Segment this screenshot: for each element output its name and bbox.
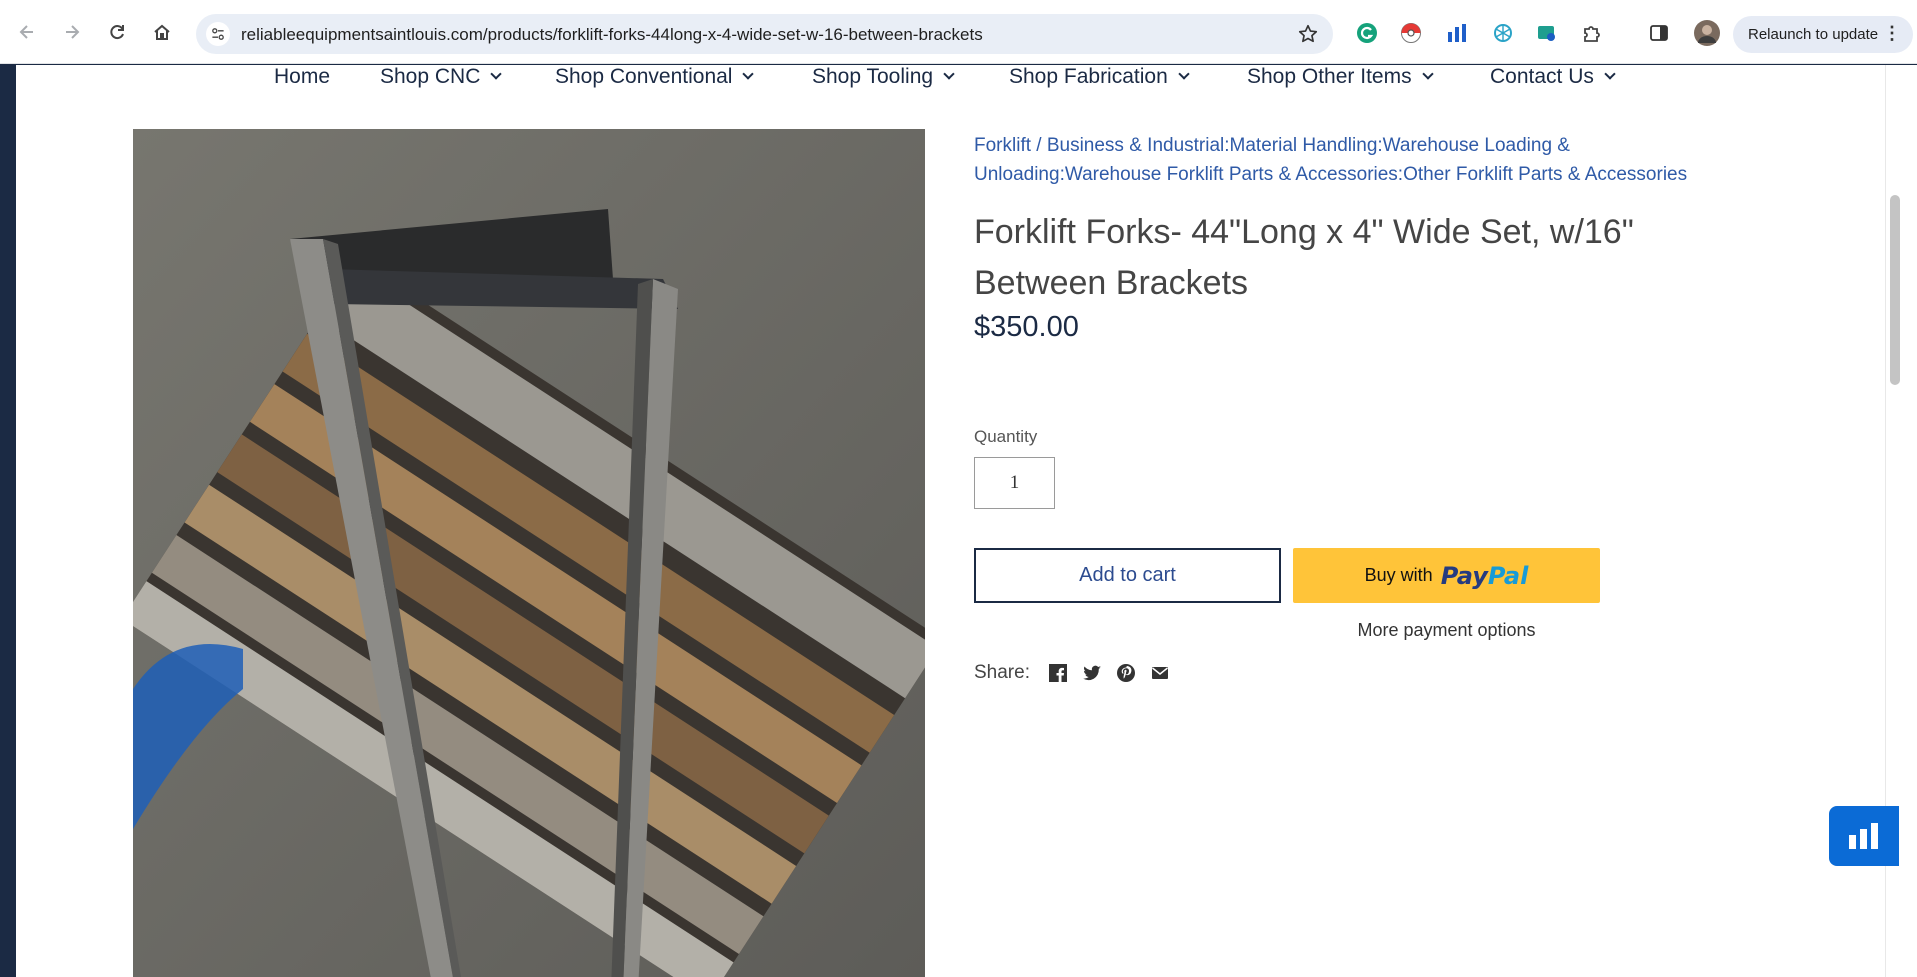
- product-image[interactable]: [133, 129, 925, 977]
- quantity-field[interactable]: [974, 457, 1055, 509]
- chevron-down-icon: [1421, 68, 1434, 80]
- product-title: Forklift Forks- 44"Long x 4" Wide Set, w…: [974, 213, 1634, 302]
- nav-item-shop-conventional[interactable]: Shop Conventional: [555, 65, 755, 89]
- bookmark-star-icon[interactable]: [1297, 23, 1319, 45]
- browser-toolbar: reliableequipmentsaintlouis.com/products…: [0, 0, 1917, 64]
- add-to-cart-button[interactable]: Add to cart: [974, 548, 1281, 603]
- chevron-down-icon: [742, 68, 755, 80]
- extensions-puzzle-icon[interactable]: [1581, 22, 1603, 44]
- nav-item-label: Home: [274, 65, 331, 88]
- paypal-logo-pal: Pal: [1487, 561, 1529, 590]
- chart-bars-icon: [1849, 823, 1878, 849]
- email-icon[interactable]: [1150, 663, 1170, 683]
- openai-extension-icon[interactable]: [1492, 22, 1514, 44]
- back-arrow-icon[interactable]: [12, 17, 42, 47]
- nav-item-label: Shop Tooling: [812, 65, 934, 88]
- main-navigation: Home Shop CNC Shop Conventional Shop Too…: [16, 65, 1885, 89]
- chat-widget-button[interactable]: [1829, 806, 1899, 866]
- breadcrumb[interactable]: Forklift / Business & Industrial:Materia…: [974, 131, 1754, 189]
- nav-item-shop-other-items[interactable]: Shop Other Items: [1247, 65, 1434, 89]
- pokeball-extension-icon[interactable]: [1400, 22, 1422, 44]
- grammarly-extension-icon[interactable]: [1356, 22, 1378, 44]
- paypal-logo: PayPal: [1441, 562, 1529, 590]
- paypal-buy-text: Buy with: [1364, 565, 1433, 585]
- home-icon[interactable]: [147, 17, 177, 47]
- more-payment-options-link[interactable]: More payment options: [1293, 620, 1600, 641]
- relaunch-label: Relaunch to update: [1748, 26, 1879, 43]
- nav-item-home[interactable]: Home: [274, 65, 330, 89]
- product-page: Home Shop CNC Shop Conventional Shop Too…: [16, 65, 1885, 977]
- more-vert-icon[interactable]: ⋮: [1883, 24, 1901, 42]
- chevron-down-icon: [1178, 68, 1190, 80]
- facebook-icon[interactable]: [1048, 663, 1068, 683]
- nav-item-label: Shop Conventional: [555, 65, 733, 88]
- right-gutter: [1902, 65, 1917, 977]
- url-text[interactable]: reliableequipmentsaintlouis.com/products…: [241, 25, 983, 45]
- scrollbar-thumb[interactable]: [1890, 195, 1900, 385]
- nav-item-shop-fabrication[interactable]: Shop Fabrication: [1009, 65, 1190, 89]
- address-bar[interactable]: reliableequipmentsaintlouis.com/products…: [196, 14, 1333, 54]
- share-label: Share:: [974, 662, 1030, 683]
- nav-item-label: Shop Other Items: [1247, 65, 1412, 88]
- profile-avatar[interactable]: [1694, 20, 1720, 46]
- nav-item-label: Shop Fabrication: [1009, 65, 1168, 88]
- forward-arrow-icon[interactable]: [57, 17, 87, 47]
- nav-item-contact-us[interactable]: Contact Us: [1490, 65, 1616, 89]
- site-info-icon[interactable]: [206, 22, 230, 46]
- chevron-down-icon: [1604, 68, 1616, 80]
- nav-item-shop-cnc[interactable]: Shop CNC: [380, 65, 503, 89]
- quantity-label: Quantity: [974, 427, 1038, 446]
- paypal-logo-pay: Pay: [1440, 561, 1488, 590]
- nav-item-label: Contact Us: [1490, 65, 1594, 88]
- reload-icon[interactable]: [102, 17, 132, 47]
- nav-item-shop-tooling[interactable]: Shop Tooling: [812, 65, 955, 89]
- relaunch-to-update-button[interactable]: Relaunch to update ⋮: [1733, 16, 1913, 53]
- side-panel-icon[interactable]: [1648, 22, 1670, 44]
- share-bar: Share:: [974, 662, 1170, 684]
- product-price: $350.00: [974, 311, 1079, 343]
- pdf-extension-icon[interactable]: [1536, 22, 1558, 44]
- nav-item-label: Shop CNC: [380, 65, 481, 88]
- pinterest-icon[interactable]: [1116, 663, 1136, 683]
- chevron-down-icon: [490, 68, 503, 80]
- chart-extension-icon[interactable]: [1446, 22, 1468, 44]
- chevron-down-icon: [943, 68, 955, 80]
- buy-with-paypal-button[interactable]: Buy with PayPal: [1293, 548, 1600, 603]
- twitter-icon[interactable]: [1082, 663, 1102, 683]
